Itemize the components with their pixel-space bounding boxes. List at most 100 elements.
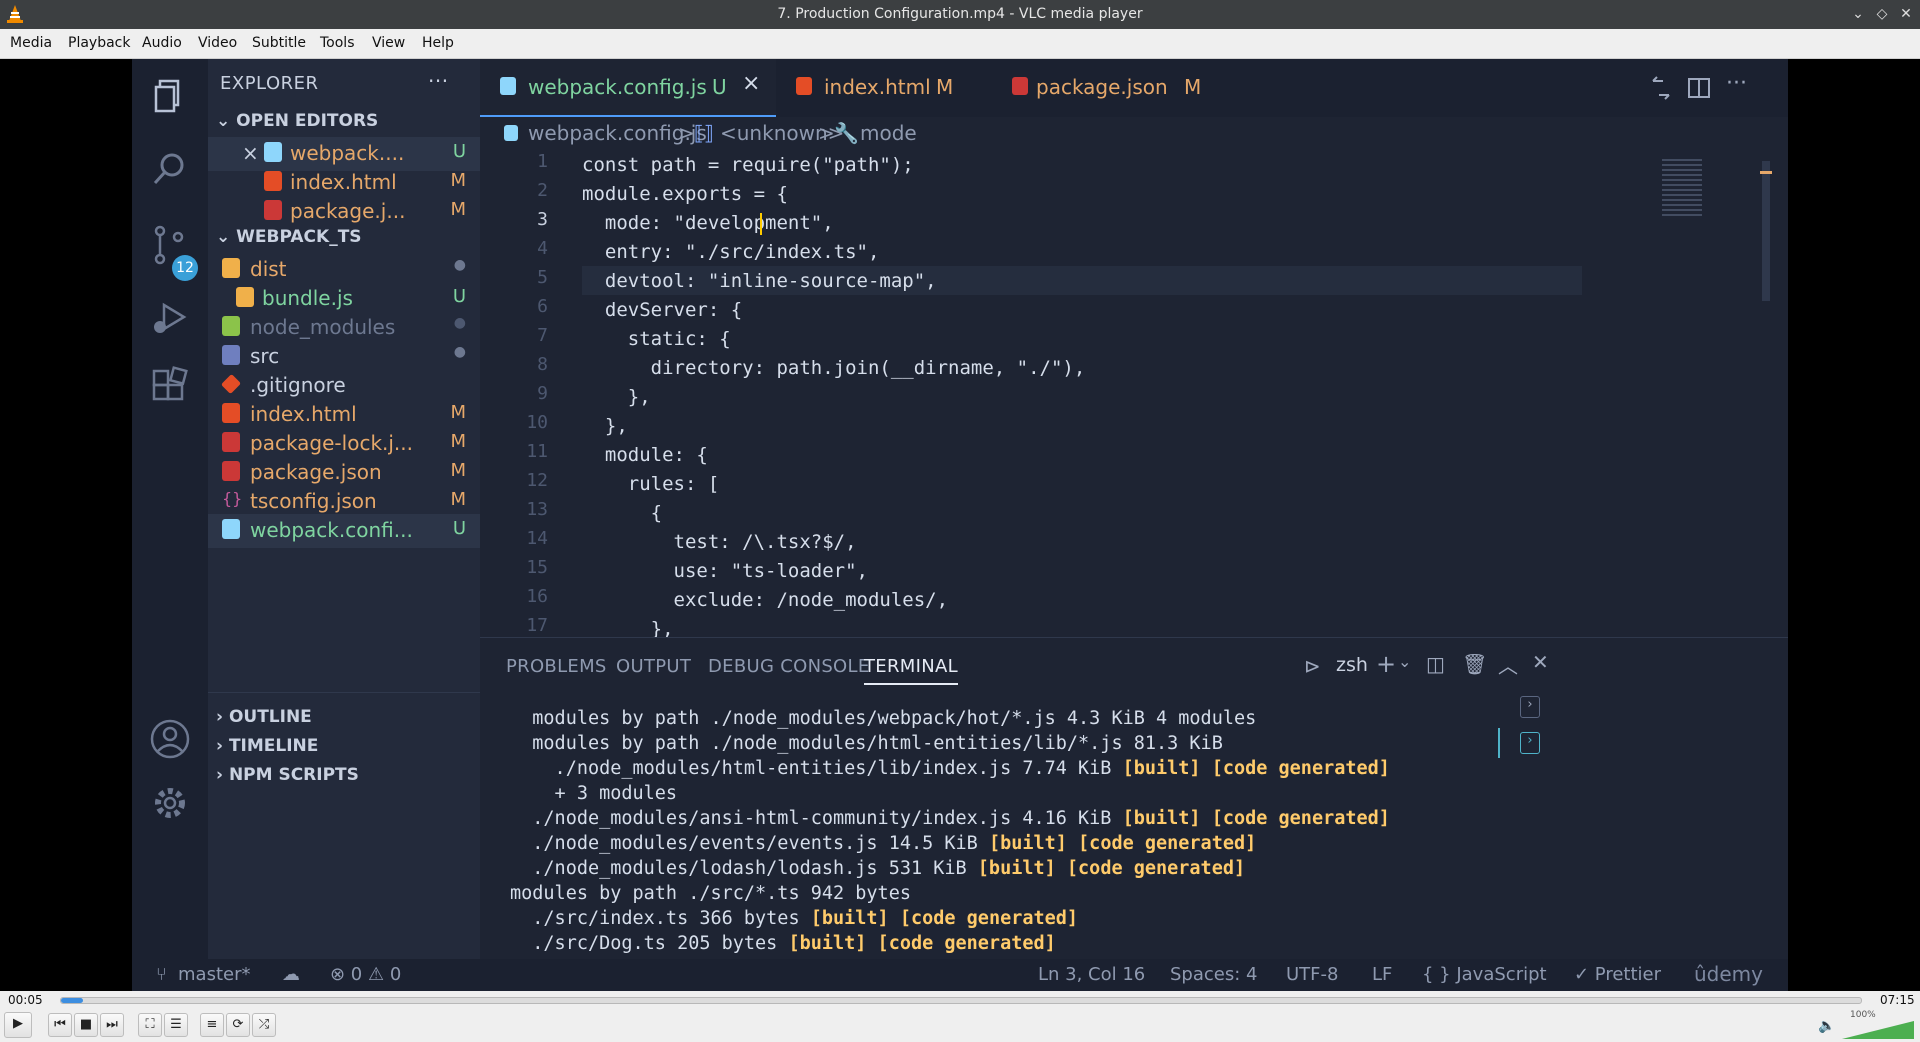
code-text[interactable]: const path = require("path"); module.exp…	[582, 151, 1602, 640]
menu-audio[interactable]: Audio	[142, 35, 182, 51]
play-button[interactable]: ▶	[4, 1012, 32, 1038]
code-line: devServer: {	[582, 299, 743, 321]
file-name: index.html	[250, 402, 357, 426]
loop-button[interactable]: ⟳	[226, 1013, 250, 1037]
chevron-down-icon[interactable]: ⌄	[1398, 652, 1411, 671]
volume-label: 100%	[1850, 1010, 1876, 1020]
editor-area: webpack.config.js U × index.html M packa…	[480, 59, 1788, 640]
explorer-sidebar: EXPLORER ··· ⌄ OPEN EDITORS × webpack...…	[208, 59, 480, 959]
timeline-header: › TIMELINE	[216, 736, 319, 756]
next-button[interactable]: ⏭	[100, 1013, 124, 1037]
breadcrumb-sep: >	[818, 121, 835, 145]
shell-name[interactable]: zsh	[1336, 654, 1368, 676]
tab-index-html: index.html M	[776, 59, 986, 117]
previous-button[interactable]: ⏮	[48, 1013, 72, 1037]
tab-terminal[interactable]: TERMINAL	[864, 656, 958, 685]
seek-bar-row: 00:05 07:15	[0, 991, 1920, 1009]
terminal-instance-icon[interactable]: ›	[1520, 696, 1540, 718]
menu-media[interactable]: Media	[10, 35, 52, 51]
open-editor-name: webpack....	[290, 141, 405, 165]
file-name: .gitignore	[250, 373, 346, 397]
vscode-screen: 12 EXPLORER ··· ⌄ OPEN EDITORS × webpack…	[132, 59, 1788, 991]
shuffle-button[interactable]: ⤮	[252, 1013, 276, 1037]
folder-src-icon	[222, 345, 240, 365]
line-number: 15	[526, 557, 548, 578]
seek-slider[interactable]	[60, 997, 1862, 1004]
trash-icon[interactable]: 🗑	[1462, 652, 1487, 676]
tab-output[interactable]: OUTPUT	[616, 656, 691, 677]
js-icon	[236, 287, 254, 307]
close-icon[interactable]: ✕	[1896, 4, 1916, 24]
npm-icon	[222, 461, 240, 481]
minimap[interactable]	[1650, 151, 1772, 639]
line-number: 8	[537, 354, 548, 375]
seek-progress	[61, 998, 83, 1003]
code-line: },	[582, 386, 651, 408]
fullscreen-button[interactable]: ⛶	[138, 1013, 162, 1037]
scm-badge: 12	[172, 255, 198, 281]
npm-lock-icon	[222, 432, 240, 452]
terminal-line: modules by path ./node_modules/webpack/h…	[510, 708, 1257, 729]
terminal-status: [built] [code generated]	[988, 833, 1257, 854]
terminal-output[interactable]: modules by path ./node_modules/webpack/h…	[510, 706, 1390, 958]
open-editors-header: ⌄ OPEN EDITORS	[216, 111, 379, 131]
tab-label: package.json	[1036, 75, 1168, 99]
folder-node-icon	[222, 316, 240, 336]
terminal-icon[interactable]: ⊳	[1304, 654, 1321, 678]
extensions-icon	[152, 366, 188, 401]
stop-button[interactable]: ■	[74, 1013, 98, 1037]
terminal-line: + 3 modules	[510, 783, 678, 804]
maximize-icon[interactable]: ◇	[1872, 4, 1892, 24]
speaker-icon[interactable]: 🔈	[1818, 1018, 1835, 1034]
add-terminal-icon[interactable]: +	[1376, 650, 1396, 678]
scrollbar-thumb[interactable]	[1762, 161, 1770, 301]
split-editor-icon	[1688, 78, 1710, 98]
menu-bar: Media Playback Audio Video Subtitle Tool…	[0, 29, 1920, 59]
menu-help[interactable]: Help	[422, 35, 454, 51]
file-status: U	[452, 518, 466, 539]
menu-video[interactable]: Video	[198, 35, 237, 51]
tab-status: U	[712, 75, 727, 99]
open-editor-name: package.j...	[290, 199, 406, 223]
minimize-icon[interactable]: ⌄	[1848, 4, 1868, 24]
menu-view[interactable]: View	[372, 35, 405, 51]
tab-debug-console[interactable]: DEBUG CONSOLE	[708, 656, 870, 677]
breadcrumb-symbol: mode	[860, 121, 917, 145]
open-editor-name: index.html	[290, 170, 397, 194]
webpack-icon	[504, 125, 518, 141]
webpack-icon	[222, 519, 240, 539]
file-name: node_modules	[250, 315, 396, 339]
close-panel-icon[interactable]: ✕	[1532, 650, 1549, 674]
terminal-instance-active-icon[interactable]: ›	[1520, 732, 1540, 754]
wrench-icon: 🔧	[834, 121, 859, 145]
menu-tools[interactable]: Tools	[320, 35, 355, 51]
divider	[208, 692, 480, 693]
outline-header: › OUTLINE	[216, 707, 312, 727]
json-icon: {}	[222, 489, 243, 508]
menu-playback[interactable]: Playback	[68, 35, 130, 51]
playlist-button[interactable]: ≡	[200, 1013, 224, 1037]
tab-problems[interactable]: PROBLEMS	[506, 656, 607, 677]
compare-changes-icon	[1652, 76, 1670, 100]
extended-settings-button[interactable]: ☰	[164, 1013, 188, 1037]
search-icon	[153, 153, 184, 185]
line-number: 12	[526, 470, 548, 491]
menu-subtitle[interactable]: Subtitle	[252, 35, 306, 51]
text-cursor	[760, 213, 762, 235]
terminal-status: [built] [code generated]	[810, 908, 1079, 929]
maximize-panel-icon[interactable]: ︿	[1498, 650, 1518, 679]
html-icon	[796, 77, 812, 95]
breadcrumb: webpack.config.js > ⟦⟧ <unknown> > 🔧 mod…	[480, 117, 1788, 151]
code-line: module.exports = {	[582, 183, 788, 205]
outline-label: OUTLINE	[228, 707, 312, 727]
controls-bar: ▶ ⏮ ■ ⏭ ⛶ ☰ ≡ ⟳ ⤮ 🔈 100%	[0, 1009, 1920, 1042]
code-line: test: /\.tsx?$/,	[582, 531, 857, 553]
line-ending: LF	[1372, 964, 1393, 985]
line-number: 9	[537, 383, 548, 404]
video-area[interactable]: 12 EXPLORER ··· ⌄ OPEN EDITORS × webpack…	[0, 59, 1920, 991]
split-terminal-icon[interactable]: ◫	[1426, 652, 1445, 676]
volume-slider[interactable]	[1842, 1021, 1914, 1039]
open-editor-status: M	[450, 170, 466, 191]
more-actions-icon: ···	[1726, 71, 1747, 96]
editor-tabs: webpack.config.js U × index.html M packa…	[480, 59, 1788, 117]
